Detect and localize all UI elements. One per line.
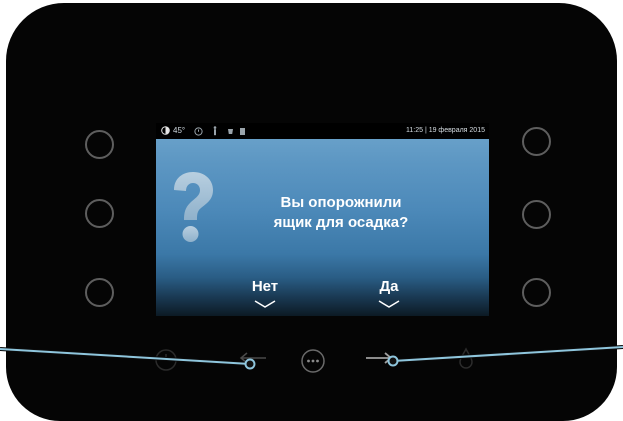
callout-right-line [387,345,623,367]
callout-lines [0,345,623,370]
callout-left-line [0,347,256,370]
coffee-machine-panel-illustration: 45° 11:25 | 19 февраля 2015 Вы опорожнил… [0,0,623,421]
